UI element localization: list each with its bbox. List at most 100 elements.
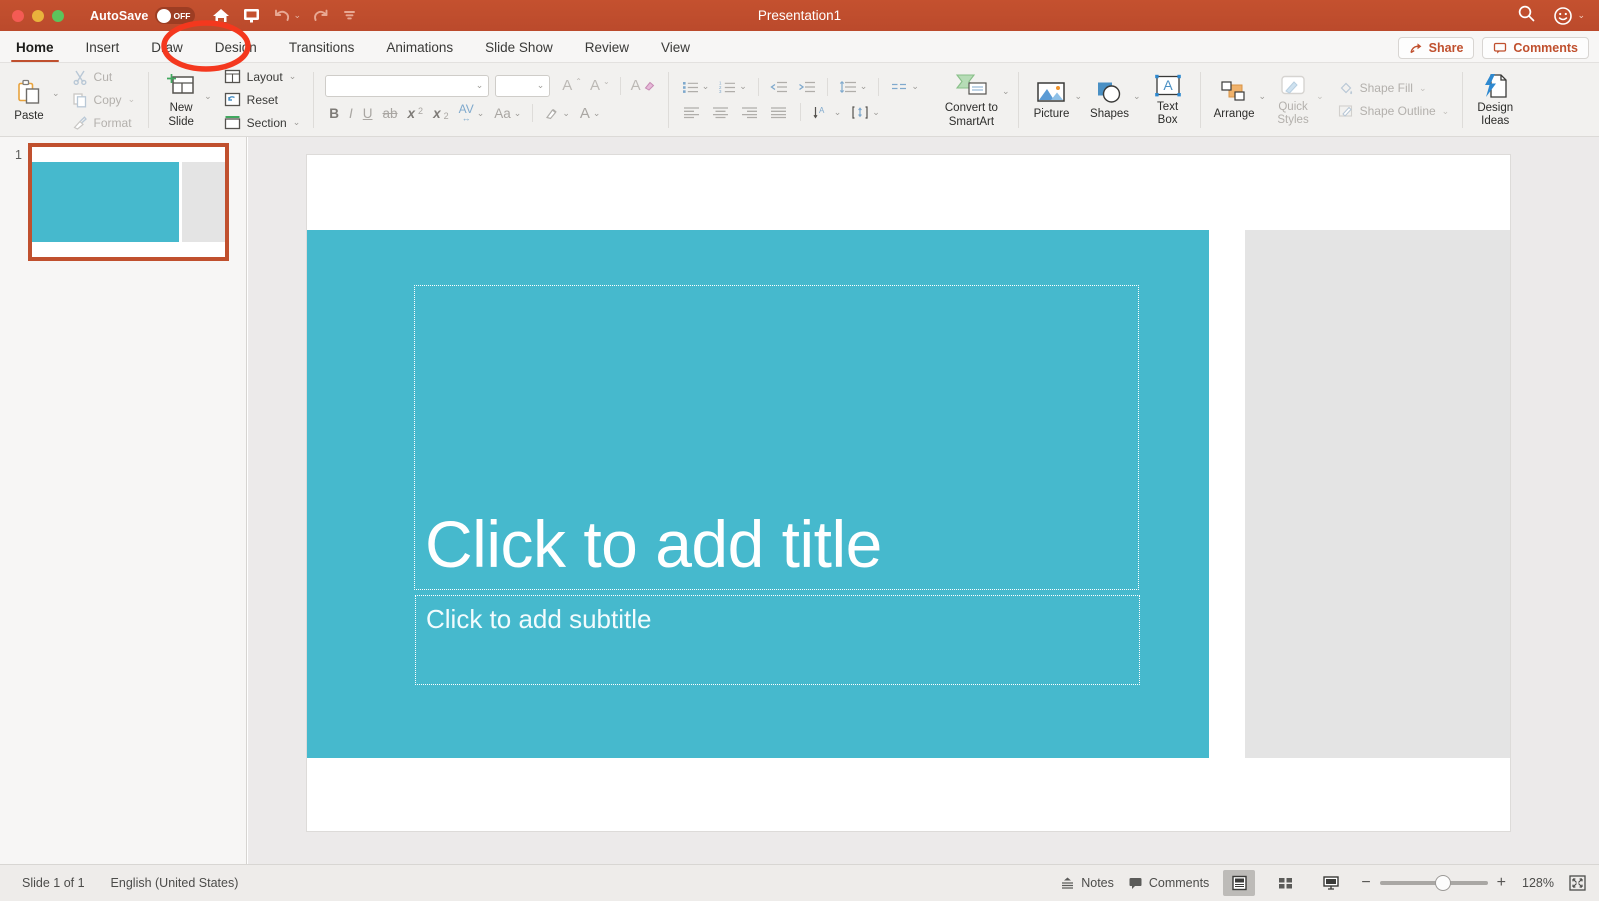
search-icon[interactable] (1517, 4, 1536, 28)
slide-canvas-area[interactable]: Click to add title Click to add subtitle (248, 137, 1599, 864)
comments-button[interactable]: Comments (1482, 37, 1589, 59)
smartart-dropdown-caret[interactable]: ⌄ (1002, 87, 1010, 96)
font-size-caret[interactable]: ⌄ (537, 81, 545, 90)
shrink-font-button[interactable]: A ⌄ (586, 75, 614, 96)
tab-animations[interactable]: Animations (370, 40, 469, 62)
shape-outline-button[interactable]: Shape Outline ⌄ (1334, 101, 1454, 121)
shapes-dropdown-caret[interactable]: ⌄ (1133, 92, 1141, 101)
tab-draw[interactable]: Draw (135, 40, 199, 62)
new-slide-button[interactable]: New Slide (158, 70, 204, 130)
fit-to-window-button[interactable] (1568, 874, 1587, 892)
change-case-caret[interactable]: ⌄ (514, 108, 522, 118)
close-window-button[interactable] (12, 9, 24, 22)
bullets-caret[interactable]: ⌄ (702, 82, 710, 91)
grow-font-button[interactable]: A ⌃ (558, 75, 586, 96)
tab-home[interactable]: Home (0, 40, 70, 62)
quick-styles-dropdown-caret[interactable]: ⌄ (1316, 92, 1324, 101)
underline-button[interactable]: U (359, 104, 377, 123)
share-button[interactable]: Share (1397, 37, 1475, 59)
zoom-in-button[interactable]: + (1497, 875, 1506, 891)
section-button[interactable]: Section ⌄ (220, 113, 305, 133)
numbering-caret[interactable]: ⌄ (739, 82, 747, 91)
columns-button[interactable]: ⌄ (886, 78, 923, 96)
picture-button[interactable]: Picture (1028, 78, 1074, 122)
text-direction-button[interactable]: A ⌄ (809, 103, 846, 122)
normal-view-button[interactable] (1223, 870, 1256, 896)
character-spacing-caret[interactable]: ⌄ (477, 108, 485, 118)
text-highlight-caret[interactable]: ⌄ (562, 108, 570, 118)
present-icon[interactable] (242, 7, 261, 24)
autosave-toggle[interactable]: OFF (155, 7, 196, 24)
slide-sorter-button[interactable] (1269, 870, 1301, 896)
status-comments-button[interactable]: Comments (1128, 876, 1209, 890)
shape-fill-button[interactable]: Shape Fill ⌄ (1334, 78, 1454, 98)
shape-fill-caret[interactable]: ⌄ (1419, 83, 1427, 93)
line-spacing-caret[interactable]: ⌄ (860, 82, 868, 91)
zoom-slider-thumb[interactable] (1435, 876, 1450, 890)
notes-button[interactable]: Notes (1060, 876, 1114, 890)
layout-dropdown-caret[interactable]: ⌄ (289, 72, 297, 81)
clear-formatting-button[interactable]: A (627, 75, 659, 96)
zoom-slider[interactable]: − + (1361, 875, 1506, 891)
font-color-button[interactable]: A ⌄ (576, 103, 605, 124)
quick-styles-button[interactable]: Quick Styles (1270, 72, 1316, 128)
align-text-button[interactable]: ⌄ (847, 103, 884, 122)
tab-design[interactable]: Design (199, 40, 273, 62)
italic-button[interactable]: I (345, 104, 357, 123)
line-spacing-button[interactable]: ⌄ (835, 78, 872, 96)
character-spacing-button[interactable]: AV ↔ ⌄ (455, 102, 489, 125)
autosave-control[interactable]: AutoSave OFF (90, 7, 196, 24)
change-case-button[interactable]: Aa ⌄ (490, 104, 525, 123)
font-color-caret[interactable]: ⌄ (593, 108, 601, 118)
tab-view[interactable]: View (645, 40, 706, 62)
tab-transitions[interactable]: Transitions (273, 40, 371, 62)
increase-indent-button[interactable] (794, 78, 820, 96)
align-left-button[interactable] (678, 104, 705, 121)
shapes-button[interactable]: Shapes (1086, 78, 1133, 122)
home-icon[interactable] (211, 7, 231, 25)
undo-icon[interactable]: ⌄ (272, 7, 301, 24)
zoom-out-button[interactable]: − (1361, 875, 1370, 891)
account-dropdown-caret[interactable]: ⌄ (1577, 11, 1585, 20)
align-text-caret[interactable]: ⌄ (872, 107, 880, 117)
slide-thumbnail-1[interactable] (28, 143, 229, 261)
cut-button[interactable]: Cut (68, 67, 140, 87)
slide-thumbnail-item[interactable]: 1 (0, 137, 246, 261)
picture-dropdown-caret[interactable]: ⌄ (1074, 92, 1082, 101)
account-menu[interactable]: ⌄ (1553, 6, 1585, 26)
design-ideas-button[interactable]: Design Ideas (1472, 71, 1518, 129)
arrange-dropdown-caret[interactable]: ⌄ (1259, 92, 1267, 101)
subscript-button[interactable]: x 2 (429, 104, 453, 123)
new-slide-dropdown-caret[interactable]: ⌄ (204, 92, 212, 101)
numbering-button[interactable]: 123 ⌄ (715, 78, 751, 96)
text-highlight-button[interactable]: ⌄ (540, 104, 574, 123)
tab-slide-show[interactable]: Slide Show (469, 40, 569, 62)
arrange-button[interactable]: Arrange (1210, 78, 1259, 122)
language-label[interactable]: English (United States) (111, 876, 239, 890)
zoom-slider-track[interactable] (1379, 876, 1488, 890)
layout-button[interactable]: Layout ⌄ (220, 67, 305, 87)
minimize-window-button[interactable] (32, 9, 44, 22)
text-box-button[interactable]: A Text Box (1145, 72, 1191, 128)
subtitle-placeholder[interactable]: Click to add subtitle (415, 595, 1140, 685)
convert-to-smartart-button[interactable]: Convert to SmartArt (941, 70, 1002, 130)
slideshow-button[interactable] (1315, 870, 1347, 896)
paste-dropdown-caret[interactable]: ⌄ (52, 89, 60, 98)
strikethrough-button[interactable]: ab (379, 104, 402, 123)
format-painter-button[interactable]: Format (68, 113, 140, 133)
customize-toolbar-icon[interactable] (342, 8, 357, 23)
columns-caret[interactable]: ⌄ (911, 82, 919, 91)
undo-dropdown-caret[interactable]: ⌄ (293, 11, 301, 20)
copy-button[interactable]: Copy ⌄ (68, 90, 140, 110)
bold-button[interactable]: B (325, 104, 343, 123)
font-size-input[interactable]: ⌄ (495, 74, 551, 97)
redo-icon[interactable] (312, 7, 331, 24)
bullets-button[interactable]: ⌄ (678, 78, 714, 96)
decrease-indent-button[interactable] (766, 78, 792, 96)
justify-button[interactable] (765, 104, 792, 121)
tab-review[interactable]: Review (569, 40, 645, 62)
maximize-window-button[interactable] (52, 9, 64, 22)
tab-insert[interactable]: Insert (70, 40, 136, 62)
align-center-button[interactable] (707, 104, 734, 121)
align-right-button[interactable] (736, 104, 763, 121)
